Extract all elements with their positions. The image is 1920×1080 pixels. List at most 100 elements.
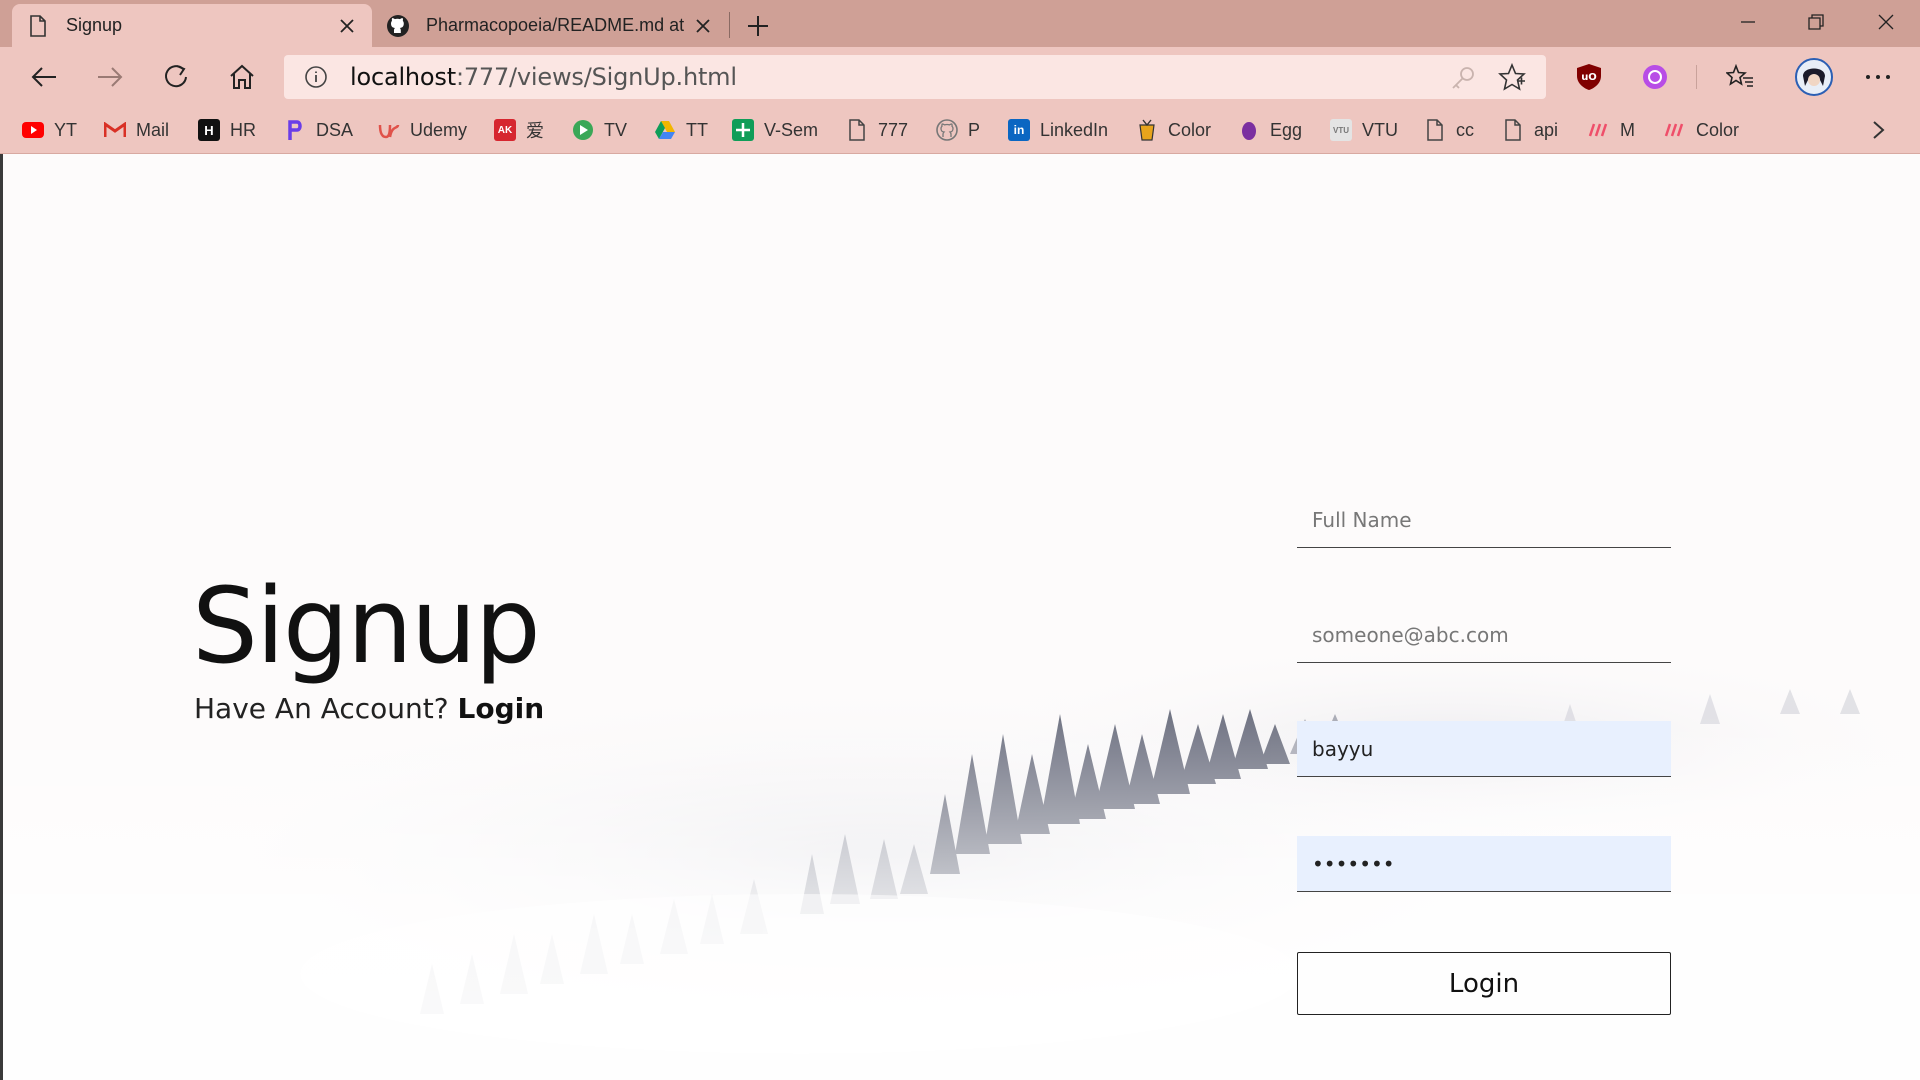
sheets-icon: [732, 119, 754, 141]
close-window-button[interactable]: [1852, 0, 1920, 44]
restore-button[interactable]: [1782, 0, 1850, 44]
bookmark-label: Egg: [1270, 119, 1303, 140]
url-path: :777/views/SignUp.html: [455, 63, 737, 91]
home-icon: [230, 64, 254, 89]
page-icon: [1502, 119, 1524, 141]
key-icon[interactable]: [1450, 65, 1476, 91]
bookmark-label: M: [1620, 119, 1635, 140]
favorites-button[interactable]: [1722, 59, 1758, 95]
bookmark-color[interactable]: Color: [1136, 115, 1211, 145]
linkedin-icon: in: [1008, 119, 1030, 141]
bookmark-label: Color: [1168, 119, 1212, 140]
tab-title: Pharmacopoeia/README.md at: [426, 15, 685, 35]
bookmark-label: YT: [54, 119, 78, 140]
page-icon: [846, 119, 868, 141]
close-icon[interactable]: [692, 15, 714, 37]
favorites-icon: [1726, 64, 1753, 87]
restore-icon: [1808, 14, 1824, 30]
username-field[interactable]: [1297, 721, 1671, 777]
back-button[interactable]: [24, 57, 64, 97]
egg-icon: [1238, 119, 1260, 141]
bookmark-vtu[interactable]: VTU VTU: [1330, 115, 1398, 145]
purple-extension-button[interactable]: [1637, 59, 1673, 95]
bookmark-cc[interactable]: cc: [1424, 115, 1474, 145]
minimize-button[interactable]: [1714, 0, 1782, 44]
login-link[interactable]: Login: [458, 692, 545, 725]
plus-icon: [748, 16, 768, 36]
vtu-icon: VTU: [1330, 119, 1352, 141]
bookmark-777[interactable]: 777: [846, 115, 908, 145]
svg-text:uO: uO: [1581, 72, 1597, 83]
navigation-toolbar: localhost:777/views/SignUp.html uO: [0, 47, 1920, 107]
bookmark-mail[interactable]: Mail: [104, 115, 169, 145]
page-icon: [26, 14, 50, 38]
new-tab-button[interactable]: [740, 8, 776, 44]
tab-title: Signup: [66, 15, 123, 35]
refresh-button[interactable]: [156, 57, 196, 97]
tab-readme[interactable]: Pharmacopoeia/README.md at: [372, 4, 728, 47]
bookmark-label: Color: [1696, 119, 1740, 140]
more-menu-button[interactable]: [1860, 59, 1896, 95]
bookmark-color-2[interactable]: Color: [1664, 115, 1739, 145]
bookmark-m[interactable]: M: [1588, 115, 1635, 145]
bookmark-api[interactable]: api: [1502, 115, 1558, 145]
info-icon[interactable]: [302, 63, 330, 91]
bookmark-label: cc: [1456, 119, 1474, 140]
fullname-field[interactable]: [1297, 492, 1671, 548]
bookmark-p[interactable]: P: [936, 115, 980, 145]
star-icon[interactable]: [1498, 62, 1526, 91]
tab-separator: [729, 12, 730, 38]
bookmark-tt[interactable]: TT: [654, 115, 708, 145]
forward-button[interactable]: [90, 57, 130, 97]
chevron-right-icon[interactable]: [1866, 117, 1892, 143]
more-icon: [1866, 75, 1890, 79]
hackerrank-icon: H: [198, 119, 220, 141]
extension-icon: [1643, 65, 1667, 89]
bookmark-udemy[interactable]: Udemy: [378, 115, 467, 145]
bookmark-label: V-Sem: [764, 119, 819, 140]
bookmark-tv[interactable]: TV: [572, 115, 627, 145]
home-button[interactable]: [222, 57, 262, 97]
ublock-extension-button[interactable]: uO: [1571, 59, 1607, 95]
color-icon: [1136, 119, 1158, 141]
gmail-icon: [104, 119, 126, 141]
page-title: Signup: [192, 565, 541, 687]
login-button[interactable]: Login: [1297, 952, 1671, 1015]
bookmark-linkedin[interactable]: in LinkedIn: [1008, 115, 1108, 145]
avatar-icon: [1795, 58, 1833, 96]
drive-icon: [654, 119, 676, 141]
page-icon: [1424, 119, 1446, 141]
email-field[interactable]: [1297, 607, 1671, 663]
bookmark-label: 爱: [526, 121, 544, 141]
arrow-right-icon: [98, 67, 123, 87]
window-border: [0, 154, 3, 1080]
arrow-left-icon: [31, 67, 56, 87]
tab-strip: Signup Pharmacopoeia/README.md at: [0, 0, 1920, 47]
close-icon[interactable]: [336, 15, 358, 37]
minimize-icon: [1741, 21, 1755, 23]
profile-avatar[interactable]: [1792, 55, 1836, 99]
address-bar[interactable]: localhost:777/views/SignUp.html: [284, 55, 1546, 99]
tab-signup[interactable]: Signup: [12, 4, 372, 47]
bookmark-yt[interactable]: YT: [22, 115, 77, 145]
anime-icon: AK: [494, 119, 516, 141]
shield-icon: uO: [1577, 64, 1601, 90]
m-icon: [1664, 119, 1686, 141]
signup-page: Signup Have An Account? Login Login: [0, 154, 1920, 1080]
bookmark-anime[interactable]: AK 爱: [494, 115, 544, 145]
play-icon: [572, 119, 594, 141]
bookmark-egg[interactable]: Egg: [1238, 115, 1302, 145]
bookmark-label: LinkedIn: [1040, 119, 1109, 140]
bookmark-v-sem[interactable]: V-Sem: [732, 115, 818, 145]
bookmark-hr[interactable]: H HR: [198, 115, 256, 145]
url-text[interactable]: localhost:777/views/SignUp.html: [350, 63, 737, 91]
have-account-label: Have An Account?: [194, 692, 449, 725]
close-icon: [1878, 14, 1894, 30]
bookmark-label: HR: [230, 119, 256, 140]
bookmark-label: 777: [878, 119, 909, 140]
youtube-icon: [22, 119, 44, 141]
bookmark-label: Udemy: [410, 119, 468, 140]
password-field[interactable]: [1297, 836, 1671, 892]
bookmark-dsa[interactable]: DSA: [284, 115, 353, 145]
bookmark-label: DSA: [316, 119, 354, 140]
